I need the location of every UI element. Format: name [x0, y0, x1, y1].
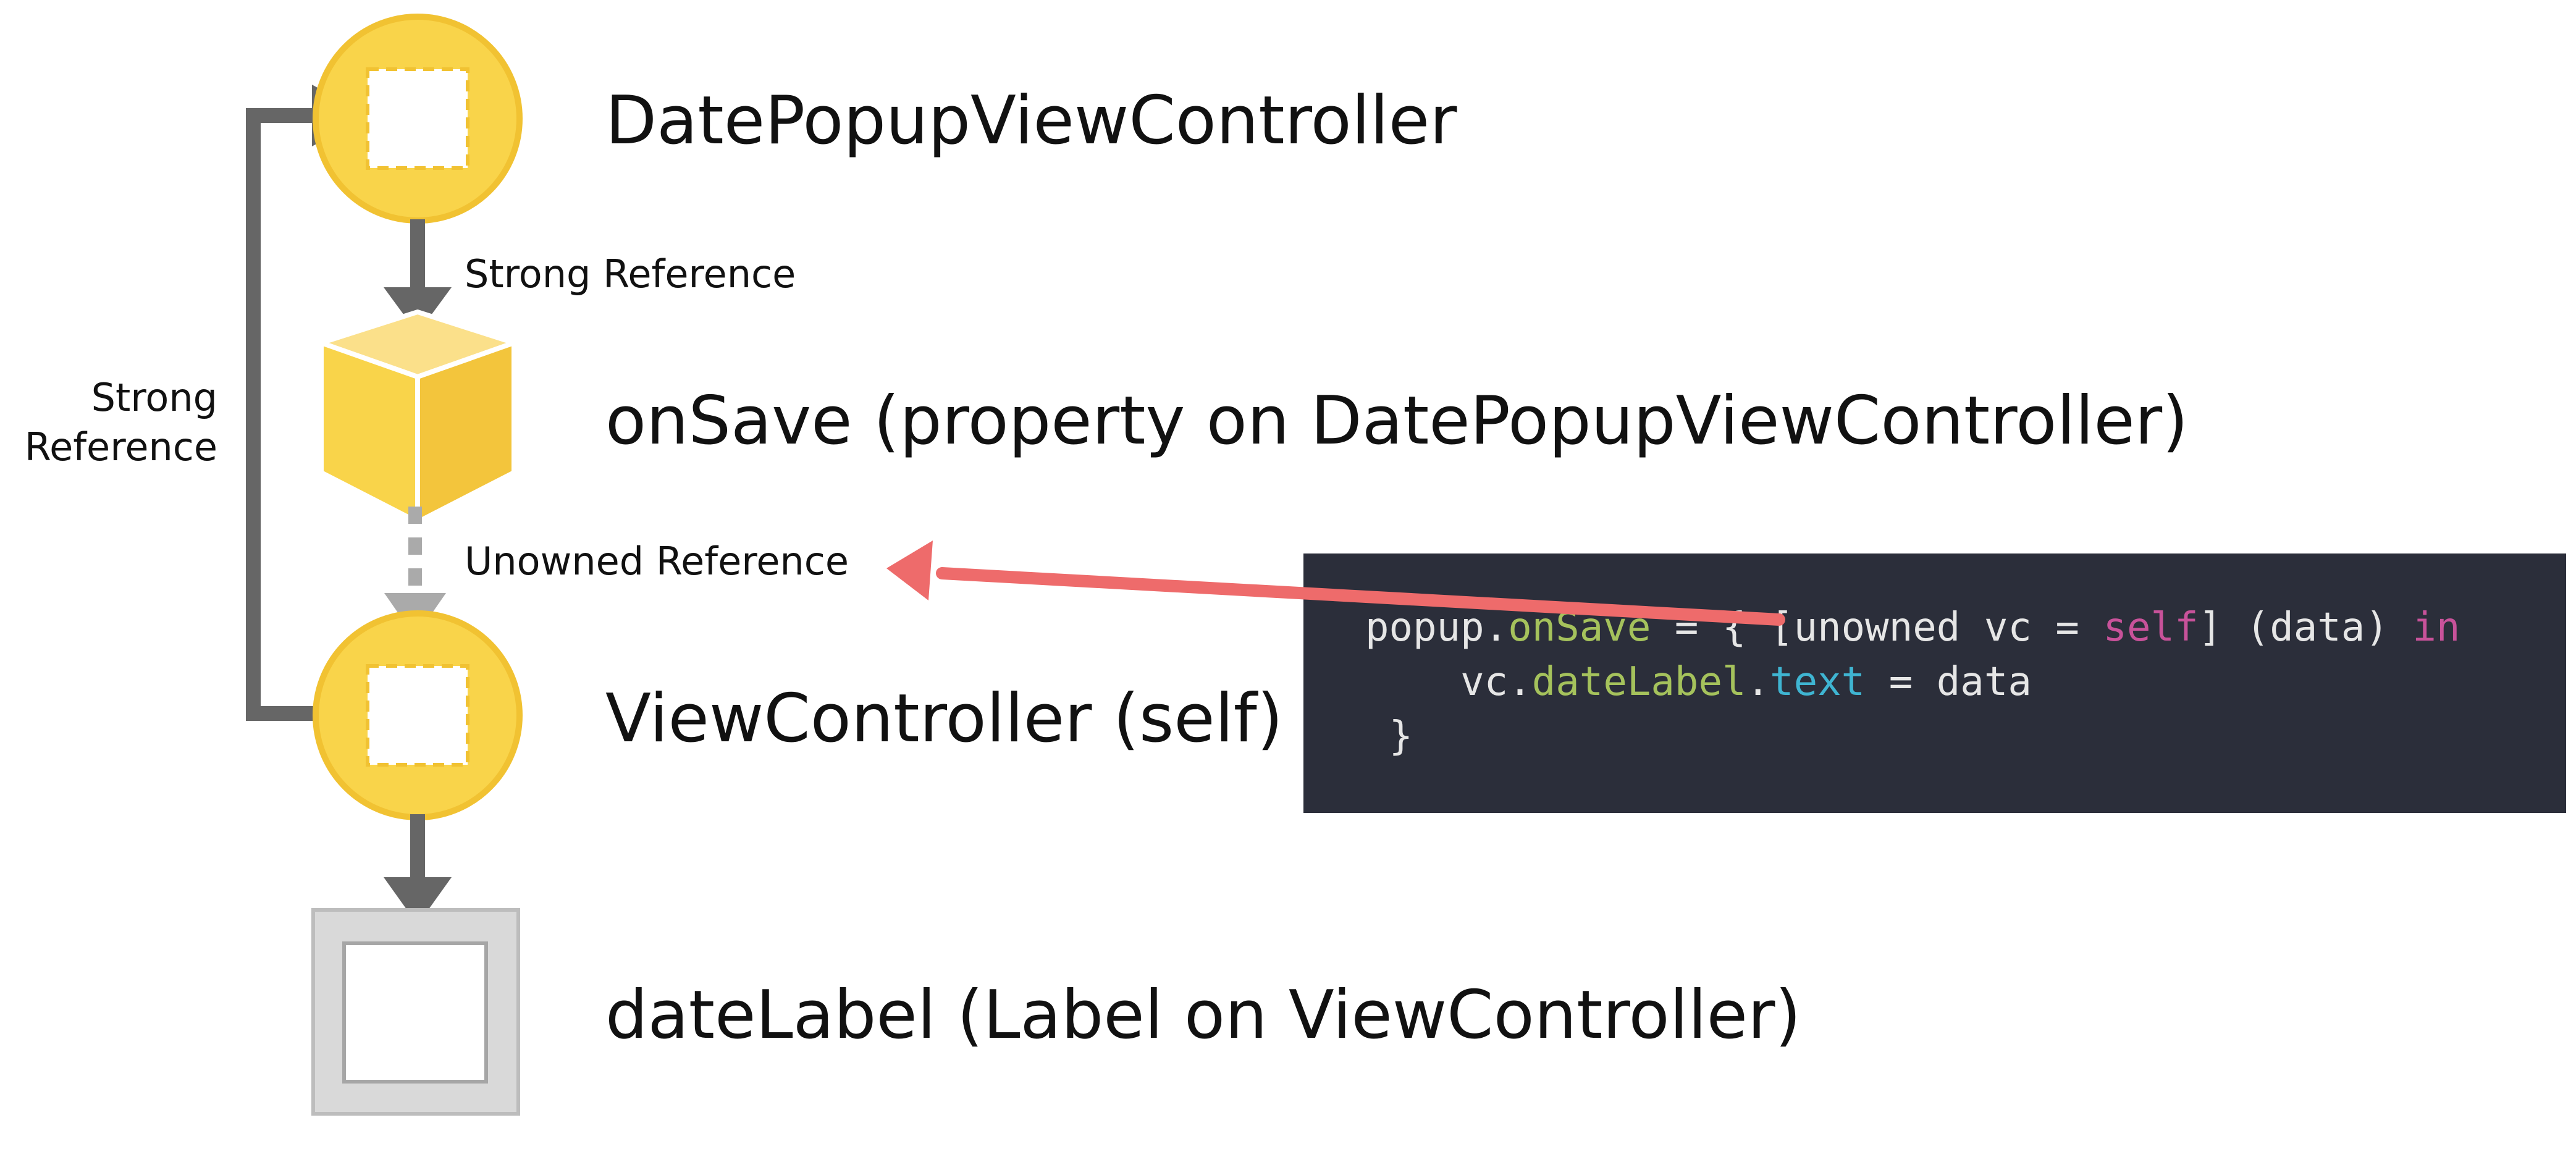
circle-with-dashed-square-icon	[313, 14, 523, 224]
view-controller-node: ViewController (self)	[313, 610, 1283, 820]
square-frame-icon	[311, 908, 520, 1116]
date-popup-vc-label: DatePopupViewController	[605, 82, 1457, 159]
code-token: popup.	[1365, 605, 1509, 650]
code-token: onSave	[1508, 605, 1651, 650]
code-token: text	[1770, 659, 1866, 705]
date-popup-vc-node: DatePopupViewController	[313, 14, 1457, 224]
onsave-label: onSave (property on DatePopupViewControl…	[605, 382, 2188, 460]
code-snippet-panel: popup.onSave = { [unowned vc = self] (da…	[1303, 553, 2566, 813]
cube-icon	[319, 309, 516, 524]
code-token: vc.	[1365, 659, 1532, 705]
strong-reference-label-line2: Reference	[25, 424, 217, 469]
date-label-label: dateLabel (Label on ViewController)	[605, 977, 1801, 1054]
code-token: ] (data)	[2198, 605, 2413, 650]
strong-reference-label: Strong Reference	[465, 251, 796, 297]
code-token: = data	[1865, 659, 2032, 705]
view-controller-label: ViewController (self)	[605, 680, 1283, 757]
code-token: .	[1746, 659, 1770, 705]
unowned-reference-label: Unowned Reference	[465, 539, 849, 584]
code-token: self	[2103, 605, 2199, 650]
code-token: dateLabel	[1531, 659, 1746, 705]
code-token: in	[2412, 605, 2460, 650]
code-line-2: vc.dateLabel.text = data	[1365, 655, 2566, 709]
vc-to-popup-edge-label: Strong Reference	[25, 375, 217, 469]
strong-reference-label-line1: Strong	[91, 375, 217, 420]
date-label-node: dateLabel (Label on ViewController)	[311, 908, 1801, 1116]
code-line-1: popup.onSave = { [unowned vc = self] (da…	[1365, 600, 2566, 655]
code-line-3: }	[1365, 709, 2566, 764]
onsave-node: onSave (property on DatePopupViewControl…	[319, 309, 2188, 524]
code-token: = { [unowned vc =	[1651, 605, 2103, 650]
code-token: }	[1365, 713, 1413, 759]
circle-with-dashed-square-icon	[313, 610, 523, 820]
